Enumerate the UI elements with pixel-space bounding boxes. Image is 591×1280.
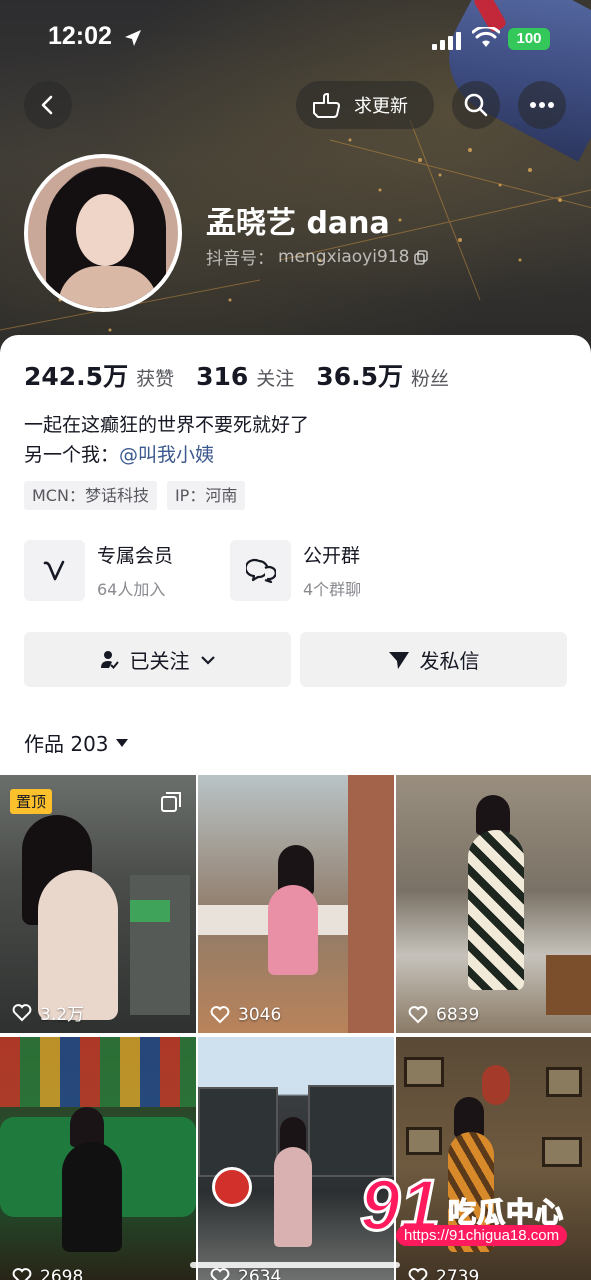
battery-indicator: 100 bbox=[508, 28, 550, 50]
stat-followers-value: 36.5万 bbox=[316, 362, 403, 391]
stat-likes-value: 242.5万 bbox=[24, 362, 129, 391]
send-message-button[interactable]: 发私信 bbox=[300, 632, 567, 687]
video-likes: 2634 bbox=[210, 1267, 281, 1280]
status-time: 12:02 bbox=[48, 22, 112, 50]
bio-line-2: 另一个我：@叫我小姨 bbox=[24, 440, 309, 470]
video-thumbnail[interactable]: 2698 bbox=[0, 1037, 196, 1280]
video-likes-count: 2739 bbox=[436, 1267, 480, 1280]
followed-button[interactable]: 已关注 bbox=[24, 632, 291, 687]
profile-stats: 242.5万 获赞 316 关注 36.5万 粉丝 bbox=[24, 357, 449, 393]
video-likes-count: 2698 bbox=[40, 1267, 84, 1280]
video-thumbnail[interactable]: 置顶 3.2万 bbox=[0, 775, 196, 1033]
heart-icon bbox=[408, 1006, 428, 1024]
feature-vip-title: 专属会员 bbox=[97, 545, 174, 567]
stat-likes-label: 获赞 bbox=[136, 368, 175, 390]
video-likes-count: 3046 bbox=[238, 1005, 282, 1025]
bio-line-1: 一起在这癫狂的世界不要死就好了 bbox=[24, 414, 310, 436]
multi-image-icon bbox=[161, 792, 181, 812]
stat-following-value: 316 bbox=[196, 362, 249, 391]
stat-following[interactable]: 316 关注 bbox=[196, 362, 294, 391]
feature-public-group[interactable]: 公开群 4个群聊 bbox=[230, 540, 361, 601]
stat-following-label: 关注 bbox=[256, 368, 295, 390]
video-likes-count: 3.2万 bbox=[40, 1005, 85, 1025]
video-likes-count: 2634 bbox=[238, 1267, 282, 1280]
video-thumbnail[interactable]: 6839 bbox=[396, 775, 591, 1033]
profile-bio: 一起在这癫狂的世界不要死就好了 另一个我：@叫我小姨 bbox=[24, 410, 309, 470]
video-likes-count: 6839 bbox=[436, 1005, 480, 1025]
video-likes: 6839 bbox=[408, 1005, 479, 1025]
site-watermark: 91 吃瓜中心 https://91chigua18.com bbox=[358, 1165, 585, 1260]
request-update-label: 求更新 bbox=[354, 96, 408, 117]
heart-icon bbox=[12, 1268, 32, 1280]
video-thumbnail[interactable]: 3046 bbox=[198, 775, 394, 1033]
home-indicator[interactable] bbox=[190, 1262, 400, 1268]
pinned-badge: 置顶 bbox=[10, 789, 53, 814]
feature-group-title: 公开群 bbox=[303, 545, 361, 567]
search-icon bbox=[464, 93, 488, 117]
send-message-label: 发私信 bbox=[419, 649, 480, 673]
caret-down-icon bbox=[115, 738, 128, 747]
profile-name: 孟晓艺 dana bbox=[206, 206, 390, 241]
tag-ip: IP：河南 bbox=[166, 481, 246, 510]
vip-icon bbox=[24, 540, 85, 601]
cellular-signal-icon bbox=[432, 32, 461, 50]
douyin-id-value: mengxiaoyi918 bbox=[278, 246, 410, 267]
heart-icon bbox=[408, 1268, 428, 1280]
status-bar: 12:02 100 bbox=[0, 22, 591, 58]
paper-plane-icon bbox=[388, 651, 409, 669]
more-dots-icon bbox=[530, 102, 554, 108]
works-label: 作品 203 bbox=[24, 732, 109, 756]
avatar[interactable] bbox=[24, 154, 182, 312]
video-likes: 3046 bbox=[210, 1005, 281, 1025]
stat-likes[interactable]: 242.5万 获赞 bbox=[24, 357, 174, 393]
heart-icon bbox=[210, 1006, 230, 1024]
feature-vip-subtitle: 64人加入 bbox=[97, 580, 166, 599]
chevron-down-icon bbox=[200, 655, 215, 665]
watermark-url: https://91chigua18.com bbox=[396, 1225, 568, 1246]
search-button[interactable] bbox=[452, 81, 500, 129]
heart-icon bbox=[12, 1003, 32, 1021]
video-likes: 2739 bbox=[408, 1267, 479, 1280]
bio-mention-link[interactable]: @叫我小姨 bbox=[119, 444, 214, 466]
douyin-id[interactable]: 抖音号： mengxiaoyi918 bbox=[206, 244, 429, 269]
stat-followers-label: 粉丝 bbox=[410, 368, 449, 390]
stat-followers[interactable]: 36.5万 粉丝 bbox=[316, 357, 449, 393]
more-options-button[interactable] bbox=[518, 81, 566, 129]
back-button[interactable] bbox=[24, 81, 72, 129]
followed-label: 已关注 bbox=[129, 649, 190, 673]
douyin-id-label: 抖音号： bbox=[206, 249, 274, 269]
heart-icon bbox=[210, 1268, 230, 1280]
user-check-icon bbox=[100, 650, 119, 669]
pointing-hand-icon bbox=[313, 93, 340, 118]
tag-mcn: MCN：梦话科技 bbox=[24, 481, 157, 510]
request-update-button[interactable]: 求更新 bbox=[296, 81, 434, 129]
location-arrow-icon bbox=[125, 30, 141, 46]
feature-vip-membership[interactable]: 专属会员 64人加入 bbox=[24, 540, 173, 601]
video-likes: 2698 bbox=[12, 1267, 83, 1280]
bio-line-2-prefix: 另一个我： bbox=[24, 444, 120, 466]
chevron-left-icon bbox=[41, 95, 53, 115]
works-tab[interactable]: 作品 203 bbox=[24, 728, 129, 757]
video-likes: 3.2万 bbox=[12, 1000, 84, 1025]
wifi-icon bbox=[472, 27, 500, 47]
feature-group-subtitle: 4个群聊 bbox=[303, 580, 362, 599]
profile-tags: MCN：梦话科技 IP：河南 bbox=[24, 481, 246, 510]
group-chat-icon bbox=[230, 540, 291, 601]
copy-icon[interactable] bbox=[413, 249, 429, 265]
